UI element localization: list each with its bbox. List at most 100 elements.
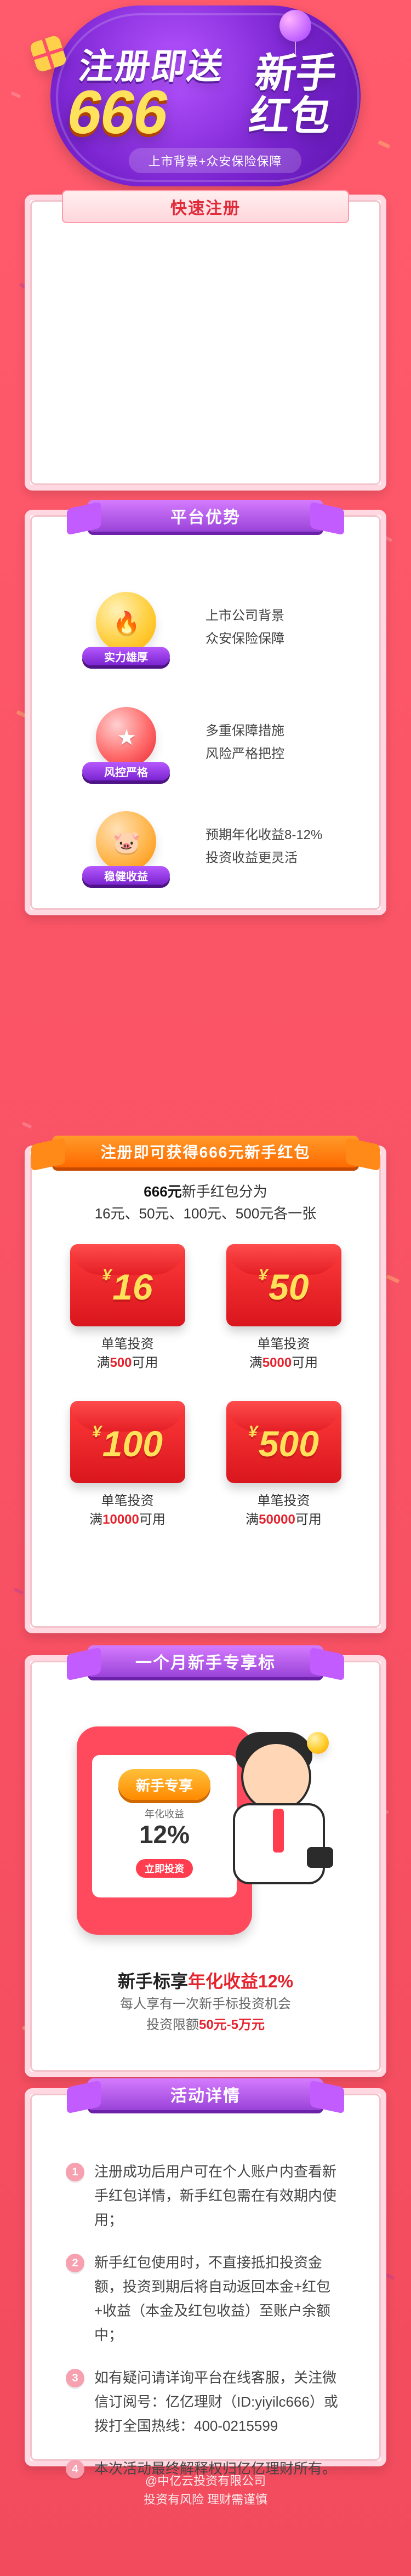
red-packets-grid: ¥16 单笔投资 满500可用 ¥50 单笔投资 满5000可用 ¥100 单笔… (60, 1244, 351, 1532)
hero-title-right-line2: 红包 (246, 93, 334, 139)
gift-packets-ribbon: 注册即可获得666元新手红包 (52, 1136, 359, 1167)
red-packet-caption: 单笔投资 满10000可用 (89, 1492, 165, 1529)
red-envelope-icon: ¥50 (226, 1244, 341, 1326)
hero-subtitle: 上市背景+众安保险保障 (129, 148, 301, 173)
footer-company: @中亿云投资有限公司 (145, 2474, 266, 2488)
detail-text: 新手红包使用时，不直接抵扣投资金额，投资到期后将自动返回本金+红包+收益（本金及… (94, 2254, 331, 2343)
advantage-tag: 风控严格 (82, 762, 170, 780)
detail-item: 2 新手红包使用时，不直接抵扣投资金额，投资到期后将自动返回本金+红包+收益（本… (66, 2250, 348, 2347)
newbie-desc-line1: 每人享有一次新手标投资机会 (120, 1997, 291, 2011)
advantage-line: 投资收益更灵活 (206, 851, 298, 865)
detail-text: 如有疑问请详询平台在线客服，关注微信订阅号：亿亿理财（ID:yiyilc666）… (94, 2369, 338, 2434)
newbie-card: 一个月新手专享标 新手专享 年化收益 12% 立即投资 新手标享年化收益12% … (25, 1645, 386, 2077)
red-packet-caption-line1: 单笔投资 (101, 1337, 154, 1352)
footer: @中亿云投资有限公司 投资有风险 理财需谨慎 (0, 2472, 411, 2509)
detail-number: 3 (66, 2369, 84, 2387)
red-packet: ¥16 单笔投资 满500可用 (60, 1244, 195, 1376)
piggy-bank-icon: 🐷 (113, 830, 140, 854)
advantage-badge: ★ 风控严格 (68, 702, 184, 784)
registration-form-area (50, 238, 361, 469)
detail-number: 1 (66, 2163, 84, 2181)
invest-now-button[interactable]: 立即投资 (136, 1859, 193, 1878)
caption-prefix: 满 (96, 1355, 110, 1370)
red-packet-caption-line2: 满5000可用 (249, 1354, 318, 1372)
red-envelope-icon: ¥16 (70, 1244, 185, 1326)
red-packet-caption-line2: 满500可用 (96, 1354, 158, 1372)
footer-risk: 投资有风险 理财需谨慎 (143, 2493, 268, 2506)
currency-symbol: ¥ (258, 1266, 268, 1284)
red-packet-amount: ¥50 (226, 1266, 341, 1308)
red-packet-value: 500 (258, 1423, 319, 1464)
advantage-text: 多重保障措施 风险严格把控 (206, 720, 284, 766)
red-packet: ¥500 单笔投资 满50000可用 (216, 1401, 351, 1532)
head-icon (241, 1742, 311, 1812)
gift-intro-rest: 新手红包分为 (181, 1183, 267, 1200)
advantage-tag: 稳健收益 (82, 866, 170, 885)
red-packet-value: 16 (112, 1267, 153, 1307)
newbie-exclusive-badge: 新手专享 (118, 1769, 210, 1800)
advantage-row: 🔥 实力雄厚 上市公司背景 众安保险保障 (68, 581, 348, 674)
platform-advantages-ribbon: 平台优势 (88, 500, 323, 532)
red-packet-caption: 单笔投资 满50000可用 (246, 1492, 322, 1529)
red-packet-value: 50 (269, 1267, 309, 1307)
red-packet: ¥100 单笔投资 满10000可用 (60, 1401, 195, 1532)
newbie-headline: 新手标享年化收益12% (30, 1968, 381, 1993)
caption-suffix: 可用 (139, 1512, 165, 1527)
gift-intro-line2: 16元、50元、100元、500元各一张 (94, 1205, 317, 1222)
newbie-headline-highlight: 年化收益12% (187, 1971, 294, 1991)
advantage-row: ★ 风控严格 多重保障措施 风险严格把控 (68, 696, 348, 789)
activity-details-ribbon: 活动详情 (88, 2078, 323, 2110)
red-packet-caption-line2: 满10000可用 (89, 1511, 165, 1529)
shield-star-icon: ★ (117, 726, 136, 750)
gift-intro-line1: 666元新手红包分为 (30, 1181, 381, 1202)
caption-suffix: 可用 (132, 1355, 158, 1370)
advantage-tag: 实力雄厚 (82, 647, 170, 665)
caption-highlight: 10000 (102, 1512, 139, 1527)
caption-prefix: 满 (249, 1355, 262, 1370)
advantage-text: 预期年化收益8-12% 投资收益更灵活 (206, 824, 322, 870)
caption-highlight: 500 (110, 1355, 132, 1370)
newbie-ribbon: 一个月新手专享标 (88, 1645, 323, 1677)
red-packet-caption-line2: 满50000可用 (246, 1511, 322, 1529)
red-packet-caption-line1: 单笔投资 (257, 1337, 310, 1352)
currency-symbol: ¥ (92, 1423, 101, 1441)
caption-suffix: 可用 (295, 1512, 322, 1527)
red-packet-amount: ¥100 (70, 1423, 185, 1464)
gift-intro: 666元新手红包分为 16元、50元、100元、500元各一张 (30, 1181, 381, 1224)
currency-symbol: ¥ (102, 1266, 112, 1284)
person-illustration (203, 1726, 333, 1907)
hero-title-right: 新手 红包 (230, 50, 357, 139)
caption-suffix: 可用 (292, 1355, 318, 1370)
red-envelope-icon: ¥500 (226, 1401, 341, 1483)
quick-register-card: 快速注册 (25, 190, 386, 491)
advantage-badge: 🔥 实力雄厚 (68, 586, 184, 669)
advantage-row: 🐷 稳健收益 预期年化收益8-12% 投资收益更灵活 (68, 800, 348, 893)
balloon-icon (279, 10, 311, 55)
platform-advantages-card: 平台优势 🔥 实力雄厚 上市公司背景 众安保险保障 ★ 风控严格 多重保障措施 … (25, 500, 386, 915)
coin-icon (307, 1732, 329, 1754)
briefcase-icon (307, 1847, 333, 1868)
newbie-description: 每人享有一次新手标投资机会 投资限额50元-5万元 (30, 1994, 381, 2036)
advantage-line: 风险严格把控 (206, 746, 284, 761)
activity-details-card: 活动详情 1 注册成功后用户可在个人账户内查看新手红包详情，新手红包需在有效期内… (25, 2078, 386, 2478)
advantage-line: 多重保障措施 (206, 723, 284, 738)
caption-highlight: 5000 (262, 1355, 292, 1370)
red-packet-amount: ¥16 (70, 1266, 185, 1308)
advantage-line: 上市公司背景 (206, 608, 284, 623)
red-packet-caption-line1: 单笔投资 (257, 1494, 310, 1508)
newbie-headline-prefix: 新手标享 (117, 1971, 188, 1991)
newbie-desc-highlight: 50元-5万元 (198, 2018, 265, 2032)
caption-prefix: 满 (89, 1512, 103, 1527)
quick-register-title: 快速注册 (62, 190, 349, 223)
detail-item: 3 如有疑问请详询平台在线客服，关注微信订阅号：亿亿理财（ID:yiyilc66… (66, 2366, 348, 2438)
flame-icon: 🔥 (113, 611, 140, 635)
caption-prefix: 满 (246, 1512, 259, 1527)
advantage-badge: 🐷 稳健收益 (68, 806, 184, 888)
detail-text: 注册成功后用户可在个人账户内查看新手红包详情，新手红包需在有效期内使用； (94, 2163, 337, 2228)
advantage-text: 上市公司背景 众安保险保障 (206, 605, 284, 651)
newbie-desc-line2: 投资限额50元-5万元 (30, 2015, 381, 2036)
red-packet-caption-line1: 单笔投资 (101, 1494, 154, 1508)
red-packet-caption: 单笔投资 满5000可用 (249, 1335, 318, 1372)
advantage-line: 预期年化收益8-12% (206, 828, 323, 842)
gift-intro-bold: 666元 (144, 1183, 182, 1200)
